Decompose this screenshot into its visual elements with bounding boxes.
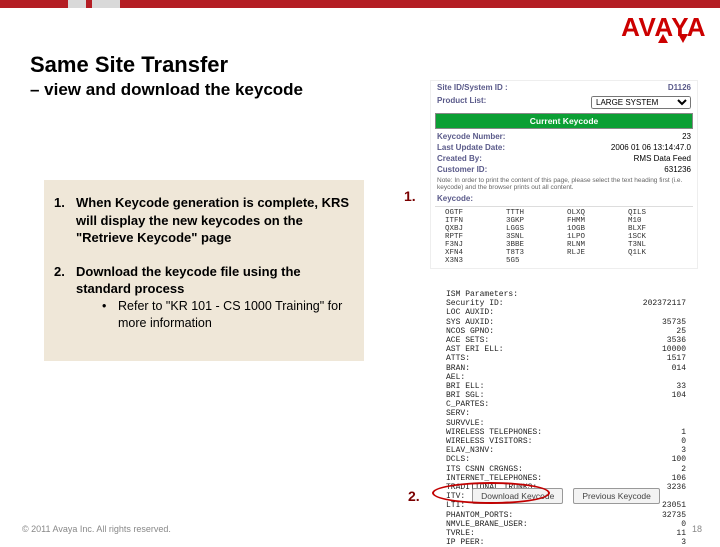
step-two-text: Download the keycode file using the stan…: [76, 264, 301, 297]
keycode-cell: XFN4: [445, 249, 506, 257]
download-keycode-button[interactable]: Download Keycode: [472, 488, 563, 504]
copyright: © 2011 Avaya Inc. All rights reserved.: [22, 524, 171, 534]
ism-row: SERV:: [446, 409, 686, 418]
keycode-cell: RPTF: [445, 233, 506, 241]
created-by-label: Created By:: [437, 154, 482, 163]
page-subtitle: – view and download the keycode: [30, 80, 303, 100]
keycode-cell: ITFN: [445, 217, 506, 225]
keycode-cell: 3GKP: [506, 217, 567, 225]
ism-row: TVRLE:11: [446, 529, 686, 538]
keycode-cell: QILS: [628, 209, 689, 217]
keycode-cell: TTTH: [506, 209, 567, 217]
keycode-number-label: Keycode Number:: [437, 132, 505, 141]
step-two-bullet: Refer to "KR 101 - CS 1000 Training" for…: [102, 298, 350, 332]
step-one: 1. When Keycode generation is complete, …: [52, 194, 350, 247]
keycode-cell: 3BBE: [506, 241, 567, 249]
step-one-text: When Keycode generation is complete, KRS…: [76, 195, 349, 245]
ism-row: BRI SGL:104: [446, 391, 686, 400]
customer-id-value: 631236: [664, 165, 691, 174]
callout-one: 1.: [404, 188, 416, 204]
step-one-number: 1.: [54, 194, 65, 212]
last-update-value: 2006 01 06 13:14:47.0: [611, 143, 691, 152]
keycode-cell: BLXF: [628, 225, 689, 233]
keycode-cell: 1LPO: [567, 233, 628, 241]
step-two: 2. Download the keycode file using the s…: [52, 263, 350, 332]
keycode-cell: Q1LK: [628, 249, 689, 257]
product-list-label: Product List:: [437, 96, 486, 109]
ism-row: LOC AUXID:: [446, 308, 686, 317]
current-keycode-bar: Current Keycode: [435, 113, 693, 129]
site-id-label: Site ID/System ID :: [437, 83, 508, 92]
ism-row: IP PEER:3: [446, 538, 686, 547]
previous-keycode-button[interactable]: Previous Keycode: [573, 488, 660, 504]
keycode-cell: 3SNL: [506, 233, 567, 241]
keycode-cell: T3NL: [628, 241, 689, 249]
ism-row: WIRELESS TELEPHONES:1: [446, 428, 686, 437]
ism-row: INTERNET_TELEPHONES:106: [446, 474, 686, 483]
created-by-value: RMS Data Feed: [634, 154, 691, 163]
keycode-cell: LGGS: [506, 225, 567, 233]
steps-panel: 1. When Keycode generation is complete, …: [44, 180, 364, 361]
ism-row: AST ERI ELL:10000: [446, 345, 686, 354]
keycode-cell: FHMM: [567, 217, 628, 225]
keycode-cell: 1SCK: [628, 233, 689, 241]
ism-parameters: ISM Parameters:Security ID:202372117LOC …: [446, 290, 686, 547]
ism-row: ATTS:1517: [446, 354, 686, 363]
ism-row: BRAN:014: [446, 364, 686, 373]
ism-row: NMVLE_BRANE_USER:0: [446, 520, 686, 529]
keycode-cell: 1OGB: [567, 225, 628, 233]
note-text: Note: In order to print the content of t…: [431, 175, 697, 193]
ism-row: AEL:: [446, 373, 686, 382]
keycode-cell: RLNM: [567, 241, 628, 249]
keycode-cell: RLJE: [567, 249, 628, 257]
ism-row: BRI ELL:33: [446, 382, 686, 391]
site-id-value: D1126: [668, 83, 691, 92]
ism-row: NCOS GPNO:25: [446, 327, 686, 336]
keycode-subheader: Keycode:: [431, 193, 697, 204]
keycode-cell: M10: [628, 217, 689, 225]
callout-two: 2.: [408, 488, 420, 504]
triangle-up-icon: [658, 34, 668, 43]
customer-id-label: Customer ID:: [437, 165, 487, 174]
button-bar: Download Keycode Previous Keycode: [438, 488, 694, 504]
keycode-cell: QXBJ: [445, 225, 506, 233]
brand-mark: [658, 34, 688, 43]
ism-row: ACE SETS:3536: [446, 336, 686, 345]
keycode-grid: OGTFTTTHOLXQQILSITFN3GKPFHMMM10QXBJLGGS1…: [431, 209, 697, 268]
last-update-label: Last Update Date:: [437, 143, 505, 152]
ism-row: PHANTOM_PORTS:32735: [446, 511, 686, 520]
slide-top-bar: [0, 0, 720, 8]
ism-row: ELAV_N3NV:3: [446, 446, 686, 455]
keycode-number-value: 23: [682, 132, 691, 141]
screenshot-panel: Site ID/System ID : D1126 Product List: …: [430, 80, 698, 269]
ism-row: ITS CSNN CRGNGS:2: [446, 465, 686, 474]
ism-row: SURVVLE:: [446, 419, 686, 428]
triangle-down-icon: [678, 34, 688, 43]
ism-row: C_PARTES:: [446, 400, 686, 409]
keycode-cell: F3NJ: [445, 241, 506, 249]
product-list-select[interactable]: LARGE SYSTEM: [591, 96, 691, 109]
page-title: Same Site Transfer: [30, 52, 228, 78]
page-number: 18: [692, 524, 702, 534]
keycode-cell: 5G5: [506, 257, 567, 265]
step-two-number: 2.: [54, 263, 65, 281]
ism-row: DCLS:100: [446, 455, 686, 464]
ism-row: WIRELESS VISITORS:0: [446, 437, 686, 446]
ism-row: Security ID:202372117: [446, 299, 686, 308]
ism-row: ISM Parameters:: [446, 290, 686, 299]
keycode-cell: OGTF: [445, 209, 506, 217]
keycode-cell: T8T3: [506, 249, 567, 257]
keycode-cell: OLXQ: [567, 209, 628, 217]
ism-row: SYS AUXID:35735: [446, 318, 686, 327]
keycode-cell: X3N3: [445, 257, 506, 265]
